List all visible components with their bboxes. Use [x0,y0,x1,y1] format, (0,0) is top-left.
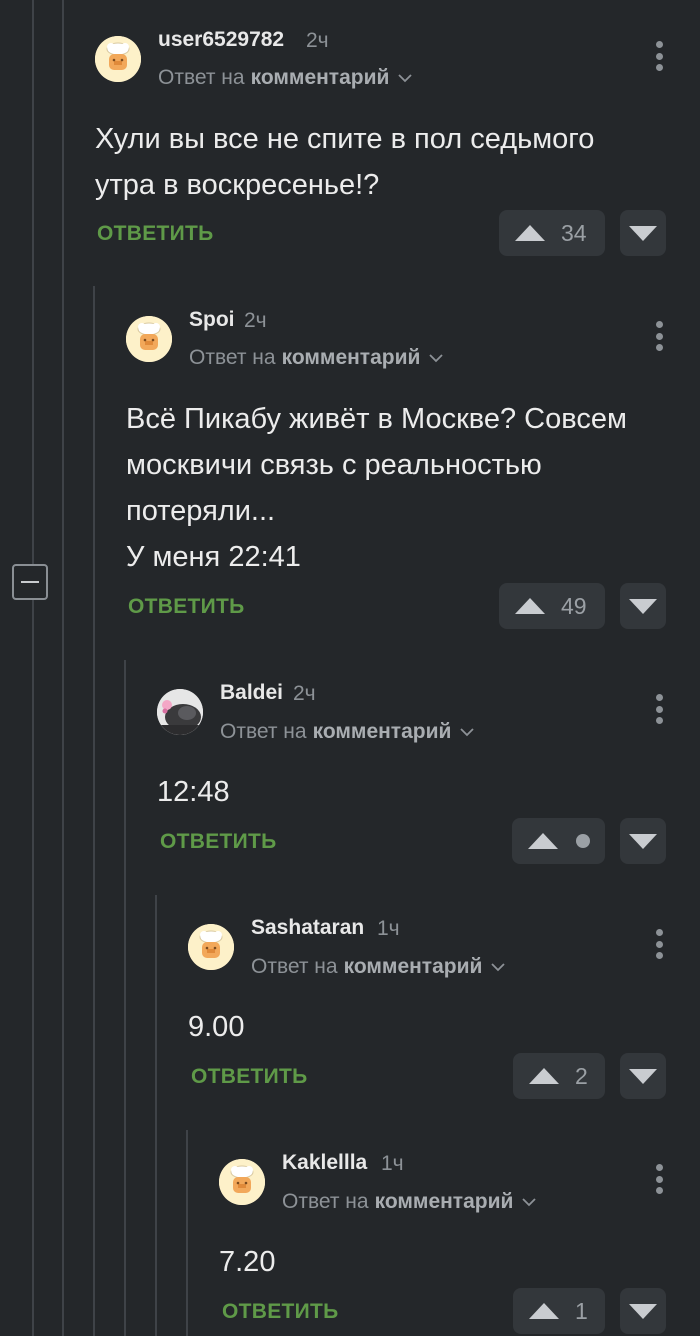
chevron-down-icon [491,963,506,972]
upvote-button[interactable]: 1 [513,1288,605,1334]
reply-to-link[interactable]: Ответ на комментарий [220,720,475,744]
timestamp: 1ч [381,1152,404,1175]
chef-cat-icon [95,36,141,82]
reply-target: комментарий [374,1190,514,1213]
username[interactable]: user6529782 [158,28,284,52]
chevron-down-icon [522,1198,537,1207]
chef-cat-icon [126,316,172,362]
more-options-icon[interactable] [653,41,665,71]
chef-cat-icon [219,1159,265,1205]
username[interactable]: Sashataran [251,916,364,940]
reply-button[interactable]: ОТВЕТИТЬ [128,595,245,619]
comment-text: 9.00 [188,1011,245,1043]
thread-line [186,1130,188,1336]
rating-hidden-dot [576,834,590,848]
reply-prefix: Ответ на [158,66,245,89]
arrow-down-icon [629,1303,657,1319]
arrow-down-icon [629,833,657,849]
downvote-button[interactable] [620,1053,666,1099]
timestamp: 2ч [244,309,267,332]
thread-line [93,286,95,1336]
collapse-thread-button[interactable] [12,564,48,600]
thread-line [124,660,126,1336]
chef-cat-icon [188,924,234,970]
reply-target: комментарий [250,66,390,89]
more-options-icon[interactable] [653,694,665,724]
reply-button[interactable]: ОТВЕТИТЬ [160,830,277,854]
arrow-up-icon [515,225,545,241]
comment-text: 12:48 [157,776,230,808]
timestamp: 2ч [306,29,329,52]
thread-line [62,0,64,1336]
avatar[interactable] [219,1159,265,1205]
rating-count: 34 [561,219,587,246]
reply-to-link[interactable]: Ответ на комментарий [189,346,444,370]
thread-line [155,895,157,1336]
comment-text: 7.20 [219,1246,276,1278]
comment-text: Всё Пикабу живёт в Москве? Совсем москви… [126,403,627,573]
comment-text: Хули вы все не спите в пол седьмого утра… [95,123,595,201]
reply-to-link[interactable]: Ответ на комментарий [282,1190,537,1214]
downvote-button[interactable] [620,1288,666,1334]
reply-prefix: Ответ на [282,1190,369,1213]
username[interactable]: Kaklellla [282,1151,367,1175]
downvote-button[interactable] [620,210,666,256]
downvote-button[interactable] [620,818,666,864]
arrow-up-icon [515,598,545,614]
arrow-down-icon [629,598,657,614]
rating-count: 49 [561,592,587,619]
arrow-up-icon [528,833,558,849]
reply-prefix: Ответ на [251,955,338,978]
chevron-down-icon [429,354,444,363]
more-options-icon[interactable] [653,1164,665,1194]
chevron-down-icon [398,74,413,83]
comments-thread: user6529782 2ч Ответ на комментарий Хули… [0,0,700,1336]
upvote-button[interactable]: 34 [499,210,605,256]
reply-target: комментарий [281,346,421,369]
arrow-up-icon [529,1068,559,1084]
reply-target: комментарий [343,955,483,978]
upvote-button[interactable]: 49 [499,583,605,629]
avatar[interactable] [157,689,203,735]
avatar[interactable] [188,924,234,970]
chevron-down-icon [460,728,475,737]
reply-button[interactable]: ОТВЕТИТЬ [222,1300,339,1324]
reply-prefix: Ответ на [189,346,276,369]
avatar[interactable] [95,36,141,82]
more-options-icon[interactable] [653,321,665,351]
avatar[interactable] [126,316,172,362]
reply-to-link[interactable]: Ответ на комментарий [158,66,413,90]
custom-photo-avatar [157,689,203,735]
downvote-button[interactable] [620,583,666,629]
timestamp: 2ч [293,682,316,705]
arrow-down-icon [629,225,657,241]
reply-to-link[interactable]: Ответ на комментарий [251,955,506,979]
more-options-icon[interactable] [653,929,665,959]
reply-target: комментарий [312,720,452,743]
rating-count: 2 [575,1062,588,1089]
reply-prefix: Ответ на [220,720,307,743]
upvote-button[interactable]: 2 [513,1053,605,1099]
username[interactable]: Spoi [189,308,235,332]
upvote-button[interactable] [512,818,605,864]
arrow-down-icon [629,1068,657,1084]
arrow-up-icon [529,1303,559,1319]
username[interactable]: Baldei [220,681,283,705]
timestamp: 1ч [377,917,400,940]
thread-line [32,0,34,1336]
reply-button[interactable]: ОТВЕТИТЬ [191,1065,308,1089]
rating-count: 1 [575,1297,588,1324]
minus-icon [21,581,39,583]
reply-button[interactable]: ОТВЕТИТЬ [97,222,214,246]
